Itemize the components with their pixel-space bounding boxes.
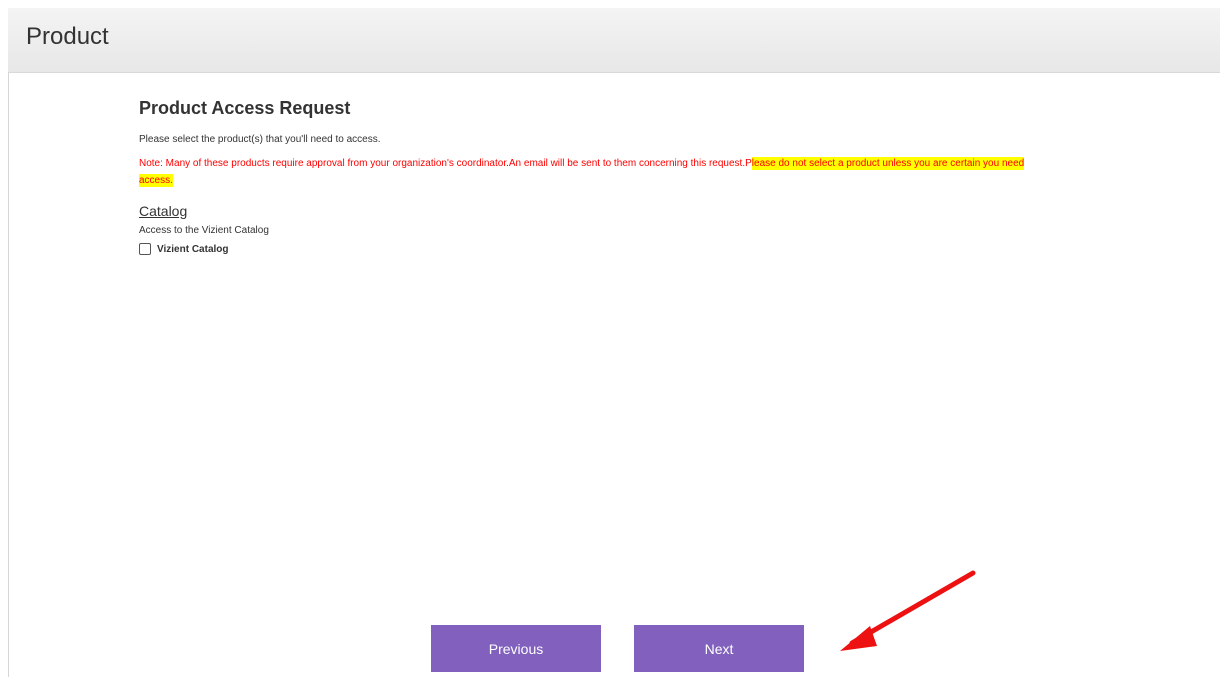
vizient-catalog-option[interactable]: Vizient Catalog	[139, 243, 1189, 255]
page-title: Product	[26, 23, 109, 50]
page-header: Product	[8, 8, 1220, 73]
request-heading: Product Access Request	[139, 98, 351, 118]
next-button[interactable]: Next	[634, 625, 804, 672]
vizient-catalog-label[interactable]: Vizient Catalog	[157, 244, 229, 255]
intro-text: Please select the product(s) that you'll…	[139, 134, 381, 145]
note-highlight-continued: access.	[139, 174, 173, 187]
note-text: Note: Many of these products require app…	[139, 158, 752, 169]
approval-note: Note: Many of these products require app…	[139, 155, 1189, 189]
previous-button[interactable]: Previous	[431, 625, 601, 672]
vizient-catalog-checkbox[interactable]	[139, 243, 151, 255]
catalog-section-title[interactable]: Catalog	[139, 203, 187, 219]
main-content: Product Access Request Please select the…	[139, 96, 1189, 255]
catalog-description: Access to the Vizient Catalog	[139, 225, 269, 236]
note-highlight: lease do not select a product unless you…	[751, 157, 1025, 170]
